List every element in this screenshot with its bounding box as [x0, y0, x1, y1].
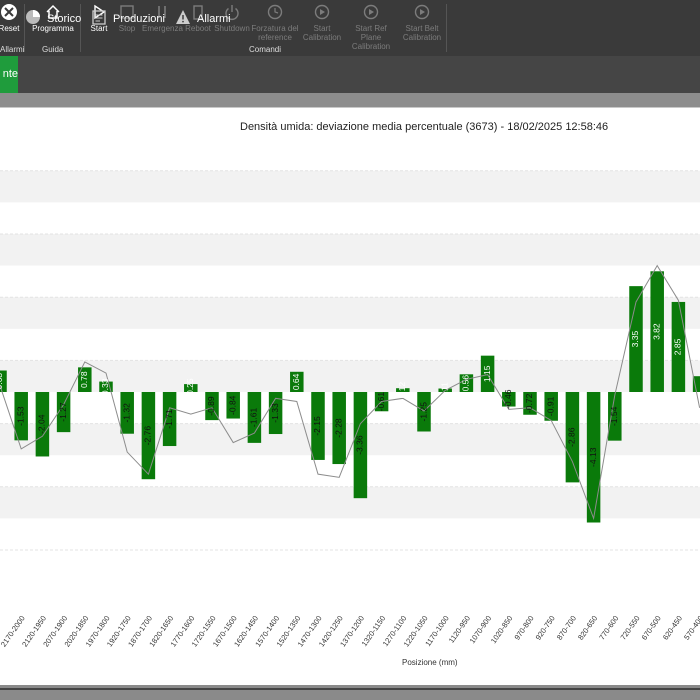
nav-item-produzioni[interactable]: Produzioni	[91, 0, 165, 37]
calibration-icon	[301, 2, 343, 22]
nav-item-active[interactable]: nte	[0, 56, 18, 93]
chart-panel	[0, 107, 700, 686]
main-nav-bar	[0, 56, 700, 93]
start-ref-plane-calibration-label: Start Ref Plane Calibration	[351, 24, 391, 51]
forzatura-reference-label: Forzatura del reference	[251, 24, 299, 42]
nav-label-allarmi: Allarmi	[197, 12, 231, 25]
start-belt-calibration-button[interactable]: Start Belt Calibration	[400, 2, 444, 42]
ribbon-separator	[446, 4, 447, 52]
forzatura-reference-button[interactable]: Forzatura del reference	[250, 2, 300, 42]
start-calibration-label: Start Calibration	[302, 24, 342, 42]
pie-chart-icon	[25, 9, 47, 28]
reset-button[interactable]: Reset	[0, 2, 22, 33]
clock-icon	[250, 2, 300, 22]
calibration-icon	[400, 2, 444, 22]
group-label-allarmi: Allarmi	[0, 45, 25, 54]
nav-item-allarmi[interactable]: Allarmi	[175, 0, 231, 37]
clipboard-icon	[91, 9, 113, 28]
nav-label-produzioni: Produzioni	[113, 12, 165, 25]
nav-label-storico: Storico	[47, 12, 82, 25]
x-axis-label: Posizione (mm)	[402, 658, 458, 667]
start-calibration-button[interactable]: Start Calibration	[301, 2, 343, 42]
chart-title: Densità umida: deviazione media percentu…	[240, 121, 609, 133]
nav-item-storico[interactable]: Storico	[25, 0, 81, 37]
warning-icon	[175, 9, 197, 28]
toolbar-strip	[0, 93, 700, 107]
close-icon	[0, 2, 22, 22]
group-label-guida: Guida	[42, 45, 64, 54]
status-bar-line	[0, 688, 700, 690]
group-label-comandi: Comandi	[249, 45, 282, 54]
nav-active-label: nte	[2, 68, 18, 80]
reset-label: Reset	[0, 24, 20, 33]
calibration-icon	[344, 2, 398, 22]
status-bar	[0, 685, 700, 700]
start-belt-calibration-label: Start Belt Calibration	[402, 24, 442, 42]
start-ref-plane-calibration-button[interactable]: Start Ref Plane Calibration	[344, 2, 398, 51]
